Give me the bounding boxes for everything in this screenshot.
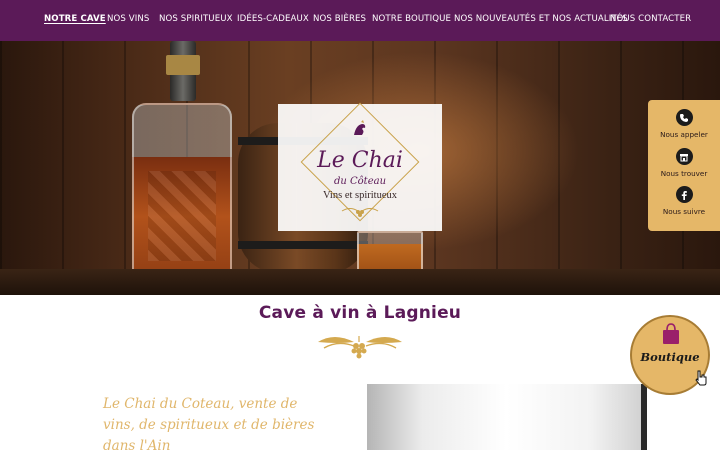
barrel-hoop [238, 241, 368, 249]
wooden-table [0, 269, 720, 295]
nav-item-nos-vins[interactable]: NOS VINS [107, 14, 149, 24]
grapevine-ornament-icon [318, 336, 402, 359]
find-button[interactable]: Nous trouver [648, 148, 720, 178]
bottle-neck-label [166, 55, 200, 75]
find-label: Nous trouver [660, 169, 708, 178]
shop-photo [367, 384, 646, 450]
nav-item-nos-spiritueux[interactable]: NOS SPIRITUEUX [159, 14, 233, 24]
logo-tagline: Vins et spiritueux [322, 190, 398, 201]
follow-label: Nous suivre [662, 207, 706, 216]
call-label: Nous appeler [660, 130, 708, 139]
nav-item-idees-cadeaux[interactable]: IDÉES-CADEAUX [237, 14, 309, 24]
grapes-ornament-icon [341, 208, 379, 217]
phone-icon [675, 109, 693, 126]
call-button[interactable]: Nous appeler [648, 109, 720, 139]
store-icon [675, 148, 693, 165]
photo-edge [641, 384, 647, 450]
nav-item-nos-bieres[interactable]: NOS BIÈRES [313, 14, 366, 24]
pointer-cursor-icon [695, 370, 707, 386]
follow-button[interactable]: Nous suivre [648, 186, 720, 216]
logo-subtitle: du Côteau [333, 176, 387, 187]
boutique-label: Boutique [640, 350, 700, 364]
facebook-icon [675, 186, 693, 203]
bottle-facet [148, 171, 216, 261]
nav-item-notre-cave[interactable]: NOTRE CAVE [44, 14, 106, 24]
main-nav: NOTRE CAVE NOS VINS NOS SPIRITUEUX IDÉES… [0, 0, 720, 41]
intro-heading: Le Chai du Coteau, vente de vins, de spi… [103, 396, 315, 450]
nav-item-notre-boutique[interactable]: NOTRE BOUTIQUE [372, 14, 451, 24]
shopping-bag-icon [663, 323, 679, 344]
section-title: Cave à vin à Lagnieu [258, 303, 462, 323]
nav-item-nouveautes-actualites[interactable]: NOS NOUVEAUTÉS ET NOS ACTUALITÉS [454, 14, 628, 24]
logo-title: Le Chai [317, 148, 403, 173]
nav-item-nous-contacter[interactable]: NOUS CONTACTER [610, 14, 691, 24]
rooster-crest-icon [354, 120, 366, 135]
side-contact-panel: Nous appeler Nous trouver Nous suivre [648, 100, 720, 231]
